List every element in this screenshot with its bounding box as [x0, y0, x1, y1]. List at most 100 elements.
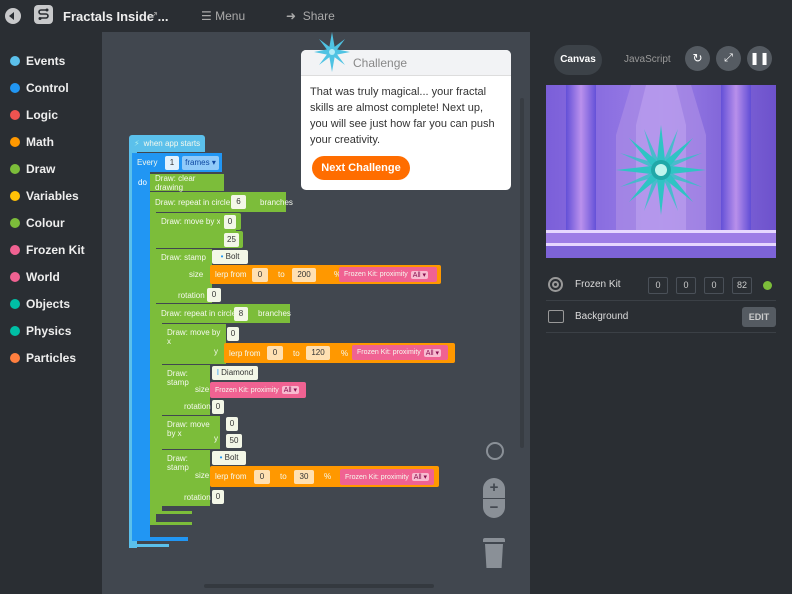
proximity-block-3[interactable]: Frozen Kit: proximity All ▾	[210, 382, 306, 398]
block-label: Draw: stamp	[167, 454, 189, 472]
clear-drawing-block[interactable]: Draw: clear drawing	[150, 173, 224, 192]
all-label: All	[425, 349, 434, 357]
zoom-in-button[interactable]: +	[483, 478, 505, 498]
block-label: Draw: clear drawing	[155, 173, 196, 192]
frames-dropdown[interactable]: frames ▾	[182, 156, 219, 170]
proximity-block-2[interactable]: Frozen Kit: proximity All ▾	[352, 345, 448, 360]
block-label: Draw: move by x	[167, 328, 221, 346]
category-particles[interactable]: Particles	[10, 351, 76, 365]
category-control[interactable]: Control	[10, 81, 69, 95]
lerp-label: lerp from	[215, 270, 247, 279]
block-category-sidebar: Events Control Logic Math Draw Variables Colou…	[0, 32, 102, 594]
category-world[interactable]: World	[10, 270, 60, 284]
category-math[interactable]: Math	[10, 135, 54, 149]
repeat-circle-block-2[interactable]: Draw: repeat in circle branches	[156, 304, 291, 323]
stamp2-shape-dropdown[interactable]: ǀ Diamond	[212, 366, 258, 380]
next-challenge-button[interactable]: Next Challenge	[312, 156, 410, 180]
restart-button[interactable]: ↻	[685, 46, 710, 71]
target-icon	[548, 277, 563, 292]
value-box: 0	[648, 277, 668, 294]
move3-y-input[interactable]: 50	[226, 434, 242, 448]
zoom-out-button[interactable]: −	[483, 498, 505, 518]
repeat-circle-block-1[interactable]: Draw: repeat in circle branches	[150, 192, 293, 212]
move1-y-input[interactable]: 25	[224, 233, 239, 247]
fullscreen-button[interactable]: ⤢	[716, 46, 741, 71]
category-variables[interactable]: Variables	[10, 189, 79, 203]
event-block-end	[129, 544, 169, 547]
proximity-block-1[interactable]: Frozen Kit: proximity All ▾	[339, 267, 437, 282]
bolt-icon: ⚡	[134, 139, 140, 148]
all-dropdown[interactable]: All ▾	[411, 473, 430, 481]
recenter-icon[interactable]	[486, 442, 504, 460]
zoom-control: + −	[483, 478, 505, 518]
code-workspace[interactable]: ⚡ when app starts Every 1 frames ▾ do Dra…	[102, 32, 530, 594]
repeat1-count-input[interactable]: 6	[231, 195, 246, 209]
game-canvas[interactable]	[546, 85, 776, 258]
stamp1-shape-dropdown[interactable]: • Bolt	[212, 250, 248, 264]
stamp-block-1[interactable]: Draw: stamp size rotation	[156, 249, 212, 303]
horizontal-scrollbar[interactable]	[204, 584, 434, 588]
challenge-header: Challenge	[301, 32, 511, 76]
stamp1-rotation-input[interactable]: 0	[207, 288, 221, 302]
tab-canvas[interactable]: Canvas	[554, 45, 602, 75]
when-app-starts-block[interactable]: ⚡ when app starts	[129, 135, 205, 152]
y-label: y	[214, 347, 218, 356]
app-logo-icon[interactable]	[34, 5, 53, 24]
move1-x-input[interactable]: 0	[224, 215, 236, 229]
value-box: 0	[676, 277, 696, 294]
all-dropdown[interactable]: All ▾	[410, 270, 429, 279]
object-row-frozen-kit[interactable]: Frozen Kit 0 0 0 82	[546, 269, 776, 301]
lerp1-from-input[interactable]: 0	[252, 268, 268, 282]
vertical-scrollbar[interactable]	[520, 98, 524, 448]
object-row-background[interactable]: Background EDIT	[546, 301, 776, 333]
category-objects[interactable]: Objects	[10, 297, 70, 311]
category-frozen-kit[interactable]: Frozen Kit	[10, 243, 85, 257]
move3-x-input[interactable]: 0	[226, 417, 238, 431]
lerp2-from-input[interactable]: 0	[267, 346, 283, 360]
category-label: Events	[26, 54, 66, 68]
every-value-input[interactable]: 1	[165, 156, 179, 170]
proximity-block-4[interactable]: Frozen Kit: proximity All ▾	[340, 469, 434, 485]
all-label: All	[283, 387, 292, 394]
to-label: to	[278, 270, 285, 279]
lerp3-from-input[interactable]: 0	[254, 470, 270, 484]
back-button[interactable]	[5, 8, 21, 24]
background-frame-icon	[548, 310, 564, 323]
tab-javascript[interactable]: JavaScript	[624, 54, 671, 65]
lerp-label: lerp from	[215, 472, 247, 481]
category-label: Math	[26, 135, 54, 149]
category-physics[interactable]: Physics	[10, 324, 71, 338]
pause-button[interactable]: ❚❚	[747, 46, 772, 71]
restart-icon: ↻	[692, 51, 703, 65]
stamp-block-3[interactable]: Draw: stamp size rotation	[162, 450, 211, 506]
external-edit-icon[interactable]: ↗	[150, 10, 158, 21]
edit-background-button[interactable]: EDIT	[742, 307, 776, 327]
snowflake-icon	[314, 32, 350, 72]
stamp-block-2[interactable]: Draw: stamp size rotation	[162, 365, 211, 415]
menu-button[interactable]: ☰ Menu	[201, 9, 245, 23]
stamp3-rotation-input[interactable]: 0	[212, 490, 224, 504]
trash-icon[interactable]	[483, 538, 505, 568]
move-by-block-2[interactable]: Draw: move by xy	[162, 324, 226, 364]
lerp1-to-input[interactable]: 200	[292, 268, 316, 282]
block-label: Draw: move by x	[167, 420, 210, 438]
shape-dot-icon: •	[220, 252, 224, 261]
block-label: Draw: stamp	[161, 253, 206, 262]
all-dropdown[interactable]: All ▾	[423, 348, 442, 357]
all-dropdown[interactable]: All ▾	[281, 386, 300, 394]
all-label: All	[413, 474, 422, 481]
stamp3-shape-dropdown[interactable]: • Bolt	[212, 451, 246, 465]
lerp2-to-input[interactable]: 120	[306, 346, 330, 360]
proximity-label: Frozen Kit: proximity	[215, 386, 279, 394]
move2-x-input[interactable]: 0	[227, 327, 239, 341]
repeat2-count-input[interactable]: 8	[234, 307, 248, 321]
move-by-block-3[interactable]: Draw: move by x y	[162, 416, 220, 449]
category-colour[interactable]: Colour	[10, 216, 65, 230]
stamp2-rotation-input[interactable]: 0	[212, 400, 224, 414]
category-draw[interactable]: Draw	[10, 162, 55, 176]
share-button[interactable]: ➜ Share	[286, 9, 335, 23]
category-logic[interactable]: Logic	[10, 108, 58, 122]
category-events[interactable]: Events	[10, 54, 65, 68]
lerp3-to-input[interactable]: 30	[294, 470, 314, 484]
category-color-dot	[10, 245, 20, 255]
